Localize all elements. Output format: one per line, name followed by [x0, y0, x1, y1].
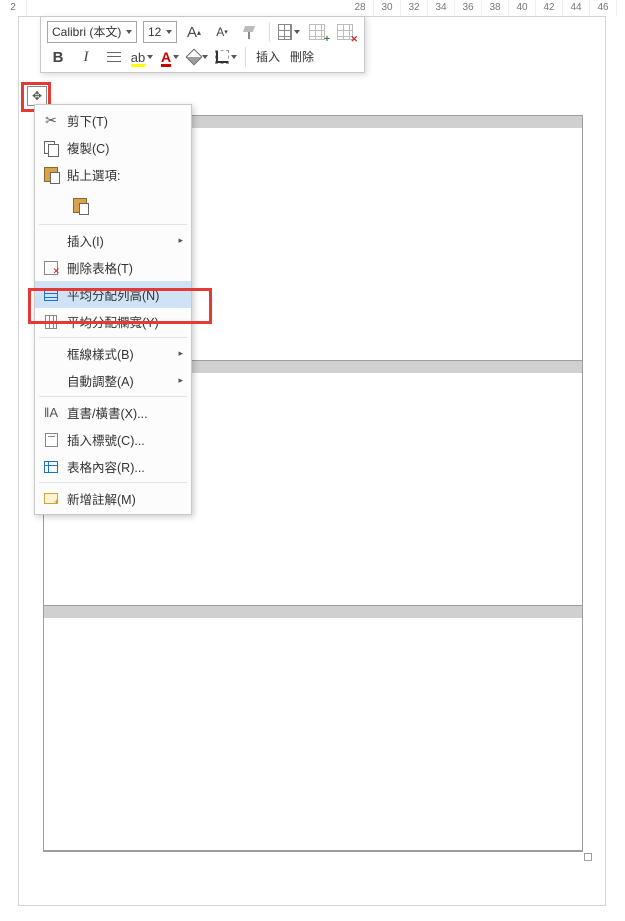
italic-button[interactable]: I: [75, 46, 97, 68]
chevron-down-icon: [147, 55, 153, 59]
menu-insert[interactable]: 插入(I) ▸: [35, 227, 191, 254]
distribute-cols-icon: [41, 312, 61, 332]
ruler-tick: 40: [509, 0, 536, 16]
caption-icon: [41, 430, 61, 450]
ruler-tick: 32: [401, 0, 428, 16]
shrink-font-button[interactable]: A▾: [211, 21, 233, 43]
ruler-tick: 2: [0, 0, 27, 16]
font-color-icon: A: [161, 49, 171, 65]
table-row[interactable]: [44, 606, 582, 851]
paste-options-row: [35, 188, 191, 222]
table-grid-icon: [337, 24, 353, 40]
table-resize-handle[interactable]: [584, 853, 592, 861]
ruler-tick: 46: [590, 0, 617, 16]
menu-autofit[interactable]: 自動調整(A) ▸: [35, 367, 191, 394]
menu-distribute-rows[interactable]: 平均分配列高(N): [35, 281, 191, 308]
highlight-color-button[interactable]: ab: [131, 46, 153, 68]
scissors-icon: ✂: [41, 111, 61, 131]
clipboard-icon: [73, 198, 87, 213]
submenu-arrow-icon: ▸: [178, 375, 183, 386]
ruler-tick: 30: [374, 0, 401, 16]
paste-keep-source-button[interactable]: [67, 192, 93, 218]
separator: [39, 482, 187, 483]
insert-row-col-button[interactable]: [306, 21, 328, 43]
table-grid-icon: [309, 24, 325, 40]
table-context-menu: ✂ 剪下(T) 複製(C) 貼上選項: 插入(I) ▸ 刪除表格(T) 平均分配…: [34, 104, 192, 515]
chevron-down-icon: [173, 55, 179, 59]
chevron-down-icon: [202, 55, 208, 59]
delete-label[interactable]: 刪除: [288, 46, 316, 68]
submenu-arrow-icon: ▸: [178, 348, 183, 359]
submenu-arrow-icon: ▸: [178, 235, 183, 246]
menu-new-comment[interactable]: 新增註解(M): [35, 485, 191, 512]
mini-toolbar: Calibri (本文) 12 A▴ A▾ B I ab A 插入 刪除: [40, 16, 365, 73]
copy-icon: [41, 138, 61, 158]
highlight-icon: ab: [131, 50, 145, 65]
grow-font-button[interactable]: A▴: [183, 21, 205, 43]
font-name-combo[interactable]: Calibri (本文): [47, 21, 137, 43]
font-name-value: Calibri (本文): [52, 22, 121, 42]
menu-delete-table[interactable]: 刪除表格(T): [35, 254, 191, 281]
chevron-down-icon: [231, 55, 237, 59]
menu-distribute-cols[interactable]: 平均分配欄寬(Y): [35, 308, 191, 335]
menu-copy[interactable]: 複製(C): [35, 134, 191, 161]
distribute-rows-icon: [41, 285, 61, 305]
brush-icon: [242, 24, 258, 40]
separator: [39, 396, 187, 397]
text-direction-icon: ‖A: [41, 403, 61, 423]
delete-row-col-button[interactable]: [334, 21, 356, 43]
ruler-tick: 42: [536, 0, 563, 16]
move-icon: ✥: [32, 89, 42, 103]
chevron-down-icon: [294, 30, 300, 34]
delete-table-icon: [41, 258, 61, 278]
menu-border-styles[interactable]: 框線樣式(B) ▸: [35, 340, 191, 367]
table-styles-button[interactable]: [278, 21, 300, 43]
menu-paste-options-header: 貼上選項:: [35, 161, 191, 188]
align-button[interactable]: [103, 46, 125, 68]
shading-button[interactable]: [187, 46, 209, 68]
align-icon: [107, 50, 121, 64]
format-painter-button[interactable]: [239, 21, 261, 43]
table-move-handle[interactable]: ✥: [27, 86, 47, 106]
ruler-tick: 38: [482, 0, 509, 16]
ruler-tick: 28: [347, 0, 374, 16]
chevron-down-icon: [126, 30, 132, 34]
menu-insert-caption[interactable]: 插入標號(C)...: [35, 426, 191, 453]
insert-label[interactable]: 插入: [254, 46, 282, 68]
ruler-tick: 36: [455, 0, 482, 16]
table-properties-icon: [41, 457, 61, 477]
menu-table-properties[interactable]: 表格內容(R)...: [35, 453, 191, 480]
separator: [269, 22, 270, 42]
font-size-value: 12: [148, 22, 161, 42]
separator: [245, 47, 246, 67]
font-size-combo[interactable]: 12: [143, 21, 177, 43]
bold-button[interactable]: B: [47, 46, 69, 68]
chevron-down-icon: [166, 30, 172, 34]
menu-cut[interactable]: ✂ 剪下(T): [35, 107, 191, 134]
comment-icon: [41, 489, 61, 509]
border-icon: [215, 50, 229, 64]
ruler-tick: 34: [428, 0, 455, 16]
ruler-tick: 44: [563, 0, 590, 16]
menu-text-direction[interactable]: ‖A 直書/橫書(X)...: [35, 399, 191, 426]
table-grid-icon: [278, 24, 292, 40]
separator: [39, 337, 187, 338]
bucket-icon: [186, 49, 203, 66]
horizontal-ruler: 2 28 30 32 34 36 38 40 42 44 46: [0, 0, 625, 16]
borders-button[interactable]: [215, 46, 237, 68]
clipboard-icon: [41, 165, 61, 185]
separator: [39, 224, 187, 225]
font-color-button[interactable]: A: [159, 46, 181, 68]
